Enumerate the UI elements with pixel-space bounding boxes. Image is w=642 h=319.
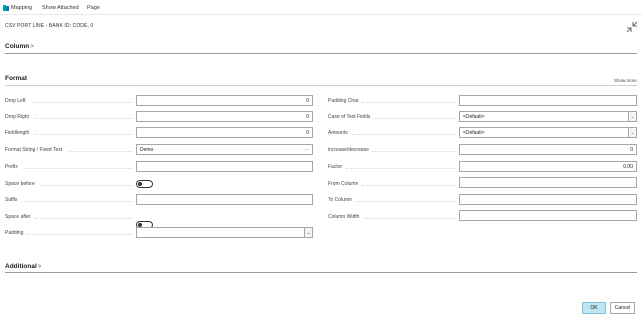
amounts-value: <Default>: [463, 129, 485, 136]
column-width-label: Column Width: [328, 214, 360, 220]
column-section-divider: [5, 53, 637, 54]
case-of-text-fields-label: Case of Text Fields: [328, 114, 371, 120]
increase-decrease-field[interactable]: 0: [459, 144, 637, 155]
mapping-action[interactable]: Mapping: [3, 3, 32, 12]
format-string-value: Demo: [140, 146, 154, 153]
drop-left-label: Drop Left: [5, 98, 26, 104]
space-before-label: Space before: [5, 181, 35, 187]
action-bar: Mapping Show Attached Page: [0, 0, 642, 14]
chevron-down-icon: ⌄: [628, 112, 636, 121]
field-leader: [22, 168, 133, 169]
drop-right-label: Drop Right: [5, 114, 29, 120]
field-leader: [68, 151, 133, 152]
amounts-select[interactable]: <Default> ⌄: [459, 127, 637, 138]
field-leader: [34, 134, 133, 135]
action-bar-divider: [0, 14, 642, 15]
format-section-header[interactable]: Format: [5, 75, 27, 82]
show-attached-action[interactable]: Show Attached: [42, 3, 79, 12]
from-column-field[interactable]: [459, 177, 637, 188]
format-section-title: Format: [5, 75, 28, 82]
mapping-action-label: Mapping: [11, 4, 33, 11]
page-action[interactable]: Page: [87, 3, 100, 12]
increase-decrease-label: increase/decrease: [328, 147, 369, 153]
ok-button[interactable]: OK: [582, 302, 606, 314]
field-leader: [364, 218, 456, 219]
additional-section-title: Additional: [5, 263, 37, 270]
field-leader: [35, 218, 133, 219]
field-leader: [362, 185, 456, 186]
drop-left-field[interactable]: 0: [136, 95, 313, 106]
field-leader: [373, 118, 456, 119]
ellipsis-icon[interactable]: ...: [305, 146, 309, 152]
page-title: CSV PORT LINE - BANK ID: CODE, 0: [5, 23, 94, 29]
column-section-title: Column: [5, 43, 30, 50]
from-column-label: From Column: [328, 181, 359, 187]
field-leader: [40, 185, 133, 186]
field-leader: [372, 151, 456, 152]
field-leader: [34, 118, 133, 119]
toggle-knob: [138, 182, 142, 186]
additional-section-divider: [5, 272, 637, 273]
to-column-label: To Column: [328, 197, 352, 203]
chevron-right-icon: >: [37, 263, 42, 270]
field-leader: [22, 201, 133, 202]
space-before-toggle[interactable]: [136, 180, 153, 188]
field-leader: [346, 168, 456, 169]
prefix-field[interactable]: [136, 161, 313, 172]
case-of-text-fields-select[interactable]: <Default> ⌄: [459, 111, 637, 122]
padding-char-field[interactable]: [459, 95, 637, 106]
chevron-right-icon: >: [30, 43, 34, 50]
fieldlength-field[interactable]: 0: [136, 127, 313, 138]
format-string-field[interactable]: Demo ...: [136, 144, 313, 155]
field-leader: [356, 201, 456, 202]
fieldlength-label: Fieldlength: [5, 130, 30, 136]
padding-char-label: Padding Char.: [328, 98, 360, 104]
collapse-icon[interactable]: [626, 21, 638, 33]
column-width-field[interactable]: [459, 210, 637, 221]
factor-label: Factor: [328, 164, 343, 170]
column-section-header[interactable]: Column >: [5, 43, 34, 50]
field-leader: [32, 102, 133, 103]
format-section-divider: [5, 85, 637, 86]
cancel-button[interactable]: Cancel: [610, 302, 635, 314]
amounts-label: Amounts: [328, 130, 348, 136]
padding-label: Padding: [5, 230, 24, 236]
show-attached-action-label: Show Attached: [42, 4, 79, 11]
chevron-down-icon: ⌄: [628, 128, 636, 137]
additional-section-header[interactable]: Additional >: [5, 263, 41, 270]
suffix-field[interactable]: [136, 194, 313, 205]
format-string-label: Format String / Fixed Text: [5, 147, 63, 153]
field-leader: [362, 102, 456, 103]
field-leader: [26, 234, 133, 235]
show-more-link[interactable]: Show more: [614, 78, 637, 83]
padding-select[interactable]: ⌄: [136, 227, 313, 238]
page-action-label: Page: [87, 4, 100, 11]
prefix-label: Prefix: [5, 164, 18, 170]
suffix-label: Suffix: [5, 197, 18, 203]
case-of-text-fields-value: <Default>: [463, 113, 485, 120]
chevron-down-icon: ⌄: [304, 228, 312, 237]
factor-field[interactable]: 0.00: [459, 161, 637, 172]
drop-right-field[interactable]: 0: [136, 111, 313, 122]
mapping-icon: [3, 4, 9, 11]
field-leader: [352, 134, 456, 135]
to-column-field[interactable]: [459, 194, 637, 205]
space-after-label: Space after: [5, 214, 31, 220]
